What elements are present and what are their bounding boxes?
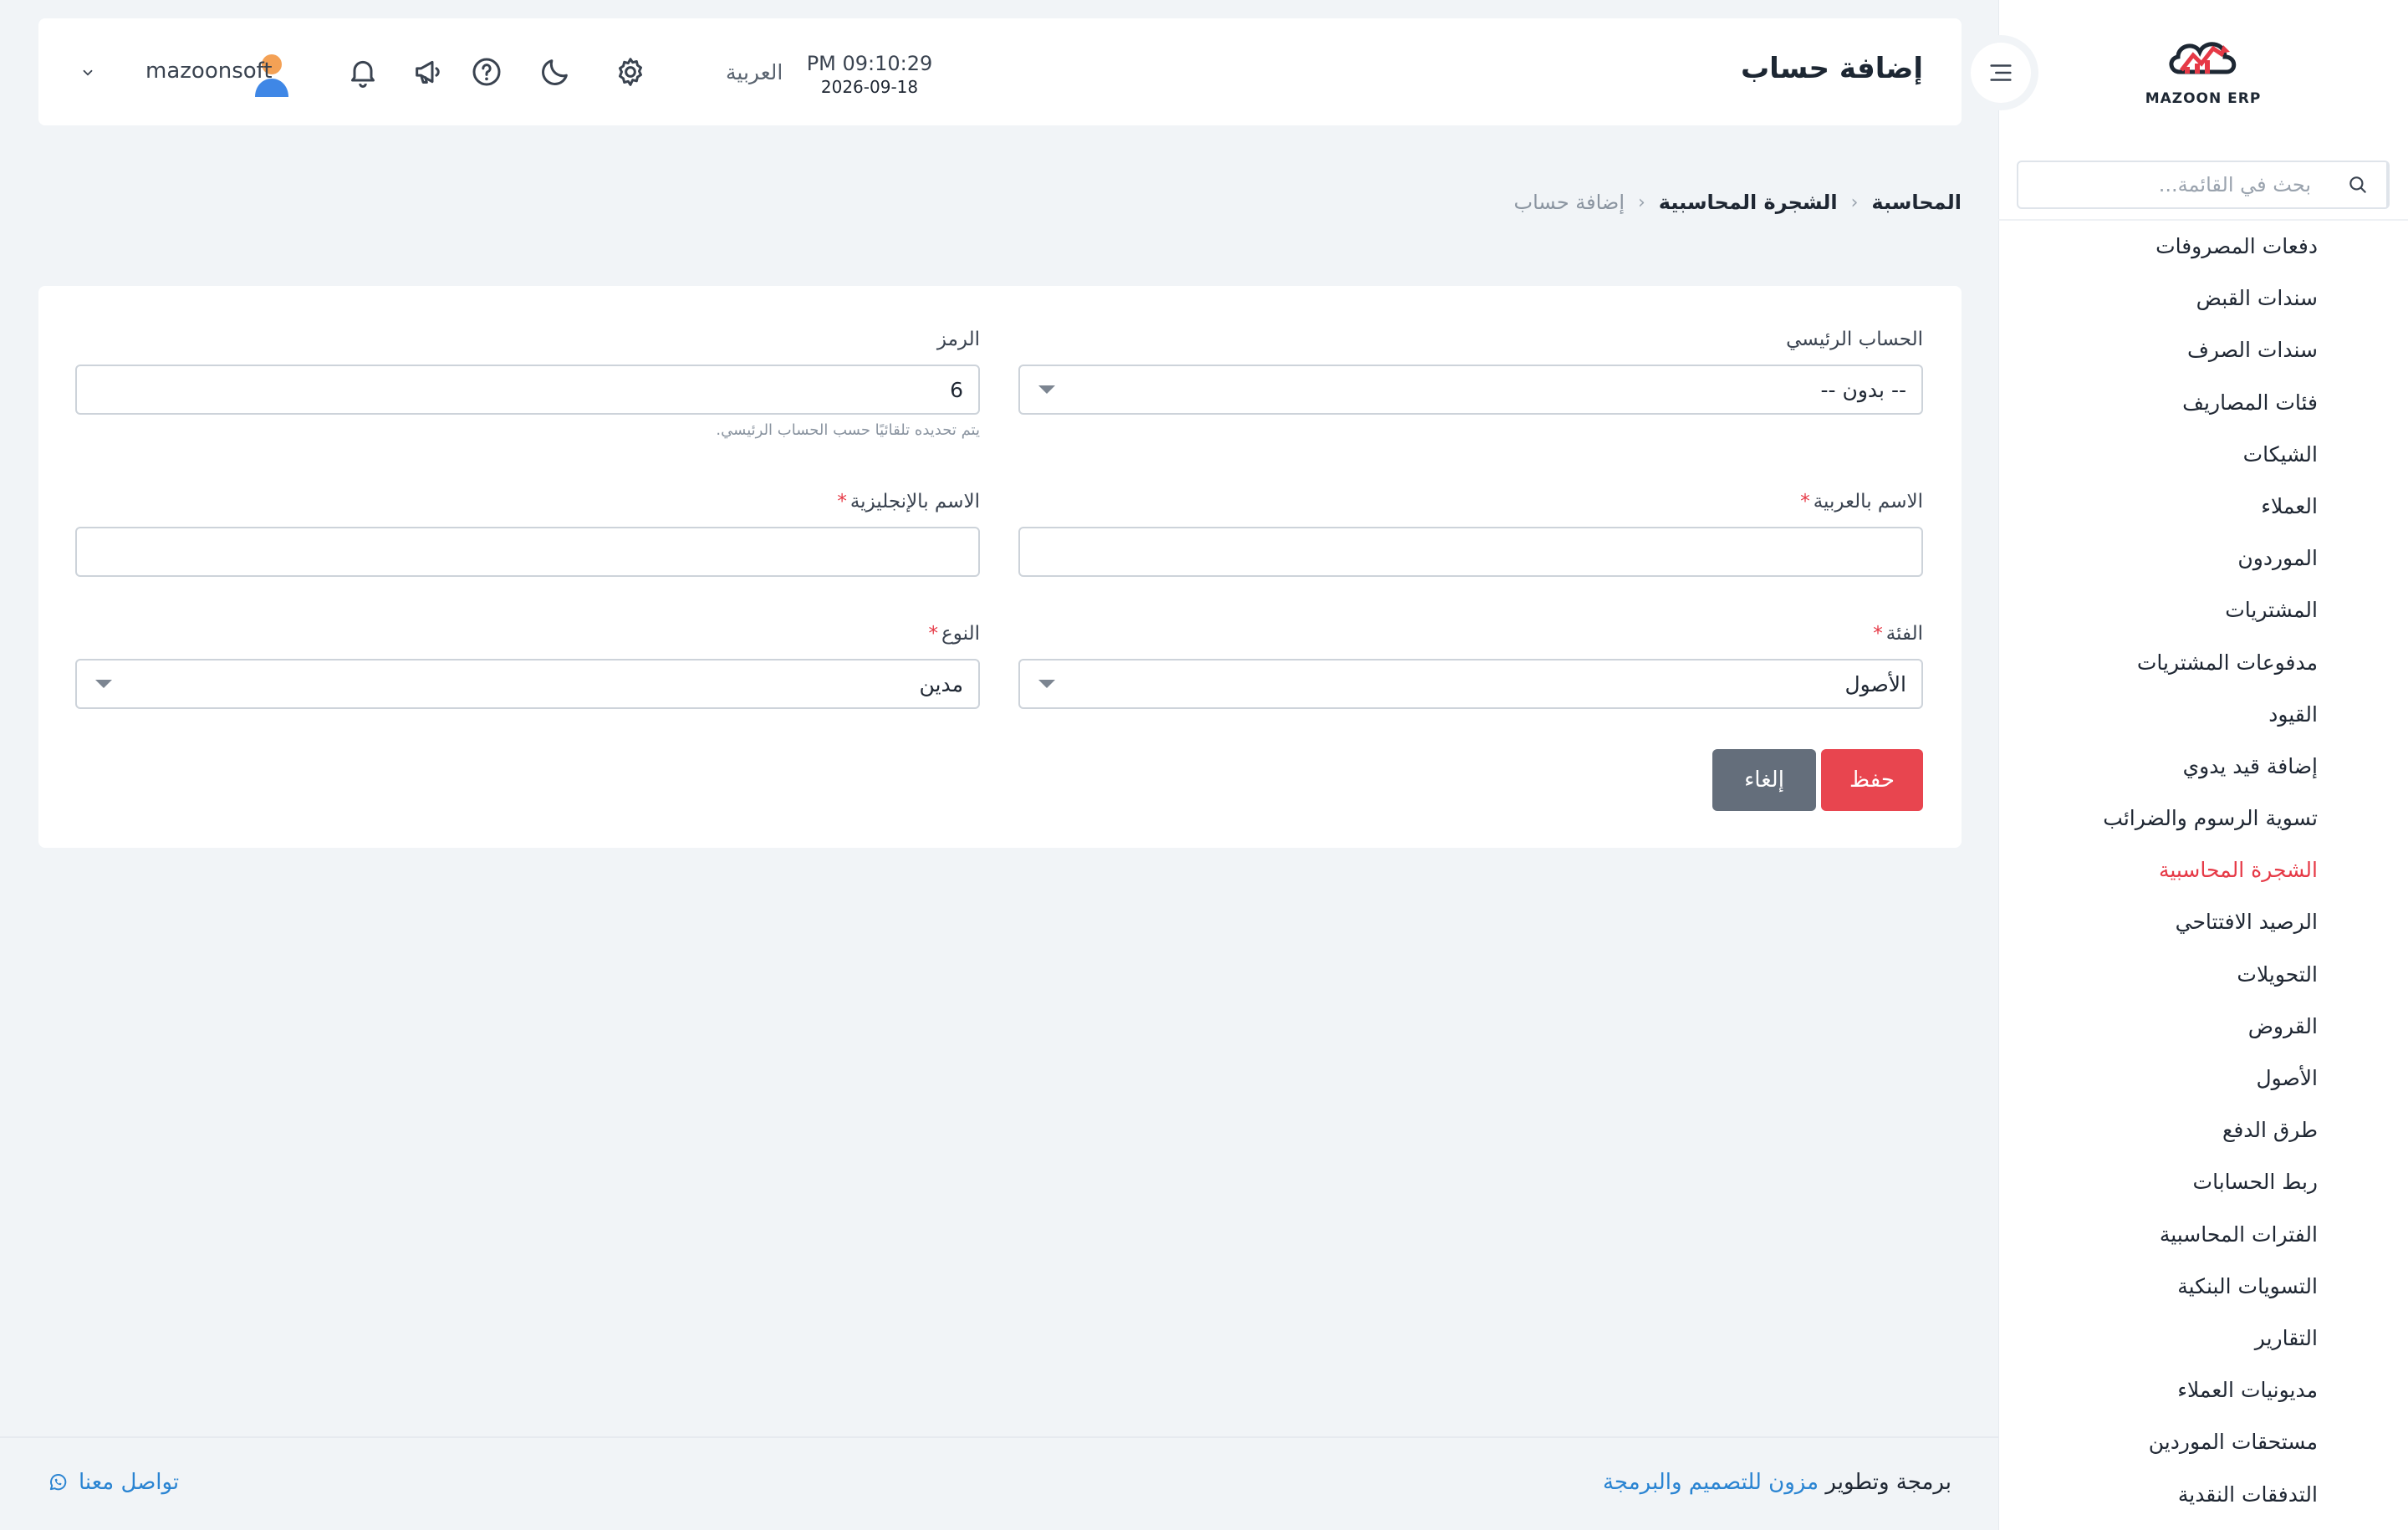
sidebar-item-active[interactable]: الشجرة المحاسبية: [1998, 844, 2408, 896]
sidebar-item[interactable]: فئات المصاريف: [1998, 377, 2408, 429]
help-button[interactable]: [468, 54, 505, 90]
search-button[interactable]: [2329, 162, 2388, 207]
parent-account-value: -- بدون --: [1820, 377, 1907, 402]
category-label: الفئة*: [1873, 623, 1923, 645]
category-value: الأصول: [1844, 671, 1906, 696]
breadcrumb: المحاسبة ‹ الشجرة المحاسبية ‹ إضافة حساب: [1514, 191, 1962, 214]
sidebar-search: [2017, 161, 2390, 209]
clock-time: PM 09:10:29: [806, 52, 933, 75]
footer: برمجة وتطوير مزون للتصميم والبرمجة تواصل…: [0, 1436, 1998, 1530]
name-ar-input[interactable]: [1020, 528, 1921, 575]
sidebar-item[interactable]: التحويلات: [1998, 949, 2408, 1001]
sidebar-item[interactable]: إضافة قيد يدوي: [1998, 741, 2408, 793]
sidebar-item[interactable]: دفعات المصروفات: [1998, 221, 2408, 273]
sidebar-item[interactable]: الرصيد الافتتاحي: [1998, 896, 2408, 948]
category-field: الفئة* الأصول: [1018, 620, 1923, 709]
code-control: [75, 365, 980, 415]
name-ar-control: [1018, 527, 1923, 577]
sidebar-item[interactable]: العملاء: [1998, 481, 2408, 533]
moon-icon: [542, 59, 568, 85]
name-ar-field: الاسم بالعربية*: [1018, 488, 1923, 577]
sidebar-menu: دفعات المصروفات سندات القبض سندات الصرف فئا…: [1998, 219, 2408, 1507]
megaphone-icon: [416, 60, 440, 84]
parent-account-field: الحساب الرئيسي -- بدون --: [1018, 326, 1923, 415]
type-select[interactable]: مدين: [75, 659, 980, 709]
footer-credit: برمجة وتطوير مزون للتصميم والبرمجة: [1603, 1470, 1951, 1495]
contact-us-link[interactable]: تواصل معنا: [47, 1470, 179, 1495]
sidebar-item[interactable]: التقارير: [1998, 1313, 2408, 1364]
category-select[interactable]: الأصول: [1018, 659, 1923, 709]
sidebar-item[interactable]: سندات القبض: [1998, 273, 2408, 324]
settings-icon: [619, 58, 642, 86]
code-hint: يتم تحديده تلقائيًا حسب الحساب الرئيسي.: [716, 421, 980, 439]
code-field: الرمز يتم تحديده تلقائيًا حسب الحساب الر…: [75, 326, 980, 439]
sidebar-item[interactable]: القروض: [1998, 1001, 2408, 1053]
sidebar-item[interactable]: الأصول: [1998, 1053, 2408, 1104]
sidebar-item[interactable]: الفترات المحاسبية: [1998, 1209, 2408, 1261]
sidebar-item[interactable]: سندات الصرف: [1998, 324, 2408, 376]
code-input[interactable]: [77, 366, 978, 413]
page-title: إضافة حساب: [1740, 52, 1923, 85]
sidebar-item[interactable]: تسوية الرسوم والضرائب: [1998, 793, 2408, 844]
clock: PM 09:10:29 2026-09-18: [794, 52, 945, 97]
name-en-control: [75, 527, 980, 577]
top-header: إضافة حساب PM 09:10:29 2026-09-18 العربي…: [38, 18, 1962, 125]
sidebar-item[interactable]: الشيكات: [1998, 429, 2408, 481]
sidebar-item[interactable]: مستحقات الموردين: [1998, 1416, 2408, 1468]
dropdown-arrow-icon: [1038, 385, 1055, 394]
bell-icon: [351, 60, 375, 88]
sidebar-item[interactable]: المشتريات: [1998, 584, 2408, 636]
logo-text: MAZOON ERP: [2145, 90, 2262, 107]
breadcrumb-separator-icon: ‹: [1850, 191, 1859, 213]
sidebar-item[interactable]: القيود: [1998, 689, 2408, 741]
save-button[interactable]: حفظ: [1821, 749, 1923, 811]
dark-mode-toggle[interactable]: [537, 54, 574, 90]
chevron-down-icon[interactable]: [80, 65, 95, 80]
sidebar-item[interactable]: التسويات البنكية: [1998, 1261, 2408, 1313]
announcements-button[interactable]: [410, 54, 446, 90]
search-icon: [2349, 176, 2366, 193]
name-en-field: الاسم بالإنجليزية*: [75, 488, 980, 577]
help-icon: [472, 58, 501, 86]
name-en-label: الاسم بالإنجليزية*: [837, 491, 980, 513]
type-field: النوع* مدين: [75, 620, 980, 709]
sidebar-item[interactable]: التدفقات النقدية: [1998, 1469, 2408, 1507]
sidebar-item[interactable]: الموردون: [1998, 533, 2408, 584]
sidebar-item[interactable]: ربط الحسابات: [1998, 1156, 2408, 1208]
breadcrumb-current: إضافة حساب: [1513, 191, 1625, 214]
username[interactable]: mazoonsoft: [145, 59, 273, 84]
add-account-form: الحساب الرئيسي -- بدون -- الرمز يتم تحدي…: [38, 286, 1962, 848]
sidebar-item[interactable]: طرق الدفع: [1998, 1104, 2408, 1156]
cancel-button[interactable]: إلغاء: [1712, 749, 1816, 811]
sidebar: MAZOON ERP دفعات المصروفاتسندات القبضسند…: [1998, 0, 2408, 1530]
name-ar-label: الاسم بالعربية*: [1800, 491, 1923, 513]
footer-company-link[interactable]: مزون للتصميم والبرمجة: [1603, 1470, 1819, 1495]
sidebar-search-input[interactable]: [2018, 162, 2329, 207]
breadcrumb-accounting[interactable]: المحاسبة: [1871, 191, 1962, 214]
settings-button[interactable]: [612, 54, 649, 90]
type-value: مدين: [919, 671, 963, 696]
code-label: الرمز: [936, 329, 980, 350]
type-label: النوع*: [928, 623, 980, 645]
breadcrumb-separator-icon: ‹: [1637, 191, 1645, 213]
parent-account-select[interactable]: -- بدون --: [1018, 365, 1923, 415]
parent-account-label: الحساب الرئيسي: [1786, 329, 1923, 350]
breadcrumb-chart-of-accounts[interactable]: الشجرة المحاسبية: [1659, 191, 1838, 214]
sidebar-item[interactable]: مديونيات العملاء: [1998, 1364, 2408, 1416]
notifications-button[interactable]: [344, 54, 381, 90]
clock-date: 2026-09-18: [820, 77, 919, 97]
dropdown-arrow-icon: [95, 680, 112, 688]
name-en-input[interactable]: [77, 528, 978, 575]
menu-toggle-inner: [1971, 43, 2031, 103]
mazoon-logo-icon: [2169, 42, 2237, 74]
menu-toggle-icon: [1990, 64, 2012, 81]
contact-us-label: تواصل معنا: [79, 1470, 180, 1495]
logo[interactable]: MAZOON ERP: [2140, 33, 2266, 117]
sidebar-item[interactable]: مدفوعات المشتريات: [1998, 637, 2408, 689]
dropdown-arrow-icon: [1038, 680, 1055, 688]
language-switch[interactable]: العربية: [726, 60, 783, 84]
menu-toggle-button[interactable]: [1963, 35, 2038, 110]
whatsapp-icon: [49, 1474, 67, 1491]
footer-credit-prefix: برمجة وتطوير: [1825, 1470, 1951, 1495]
